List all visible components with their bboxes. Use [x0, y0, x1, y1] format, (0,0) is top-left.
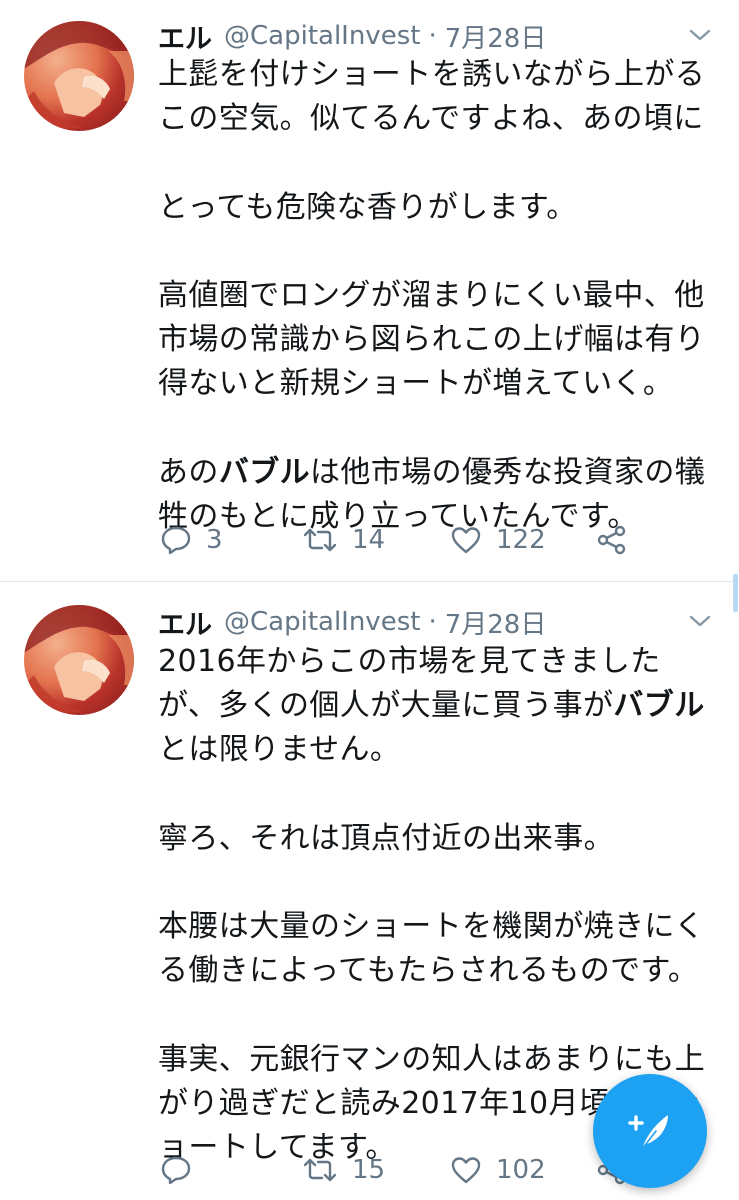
text-segment: あの: [158, 454, 219, 490]
tweet-text-line: とは限りません。: [158, 732, 401, 768]
tweet-date[interactable]: 7月28日: [445, 604, 547, 641]
tweet-text-line: 高値圏でロングが溜まりにくい最中、他: [158, 277, 705, 313]
tweet-text-blank: [158, 994, 718, 1038]
chevron-down-icon[interactable]: [688, 26, 712, 44]
retweet-icon: [303, 1158, 337, 1182]
reply-button[interactable]: [160, 1148, 206, 1192]
tweet-text-blank: [158, 773, 718, 817]
reply-icon: [161, 526, 191, 555]
tweet-text-line: 上髭を付けショートを誘いながら上がる: [158, 57, 706, 92]
tweet-date[interactable]: 7月28日: [445, 18, 547, 55]
share-button[interactable]: [596, 518, 628, 562]
tweet-text-blank: [158, 407, 718, 451]
display-name[interactable]: エル: [158, 603, 212, 642]
retweet-count: 15: [352, 1155, 386, 1185]
reply-button[interactable]: 3: [160, 518, 223, 562]
tweet-actions: 3 14 122: [160, 518, 660, 562]
like-button[interactable]: 122: [450, 518, 546, 562]
tweet-text-line: る働きによってもたらされるものです。: [158, 953, 699, 989]
separator-dot: ·: [428, 21, 437, 51]
retweet-icon: [303, 528, 337, 552]
bold-word: バブル: [613, 688, 705, 724]
user-handle[interactable]: @CapitalInvest: [224, 607, 420, 637]
tweet-text-line: 2016年からこの市場を見てきました: [158, 644, 661, 679]
avatar-illustration: [24, 21, 134, 131]
tweet-header: エル @CapitalInvest · 7月28日: [158, 16, 546, 56]
tweet-text-line: 寧ろ、それは頂点付近の出来事。: [158, 820, 614, 856]
tweet-actions: 15 102: [160, 1148, 660, 1192]
avatar-illustration: [24, 605, 134, 715]
display-name[interactable]: エル: [158, 17, 212, 56]
retweet-count: 14: [352, 525, 386, 555]
text-segment: は他市場の優秀な投資家の犠: [310, 454, 706, 490]
avatar[interactable]: [24, 21, 134, 131]
tweet-text-line: 市場の常識から図られこの上げ幅は有り: [158, 322, 706, 358]
like-count: 102: [496, 1155, 546, 1185]
compose-tweet-icon: [628, 1115, 668, 1150]
text-segment: が、多くの個人が大量に買う事が: [158, 688, 614, 724]
heart-icon: [451, 1157, 481, 1184]
tweet[interactable]: エル @CapitalInvest · 7月28日 上髭を付けショートを誘いなが…: [0, 0, 739, 582]
chevron-down-icon[interactable]: [688, 612, 712, 630]
reply-icon: [161, 1156, 191, 1185]
tweet-header: エル @CapitalInvest · 7月28日: [158, 602, 546, 642]
tweet-text-blank: [158, 141, 718, 185]
tweet-text-line: この空気。似てるんですよね、あの頃に: [158, 101, 704, 137]
like-button[interactable]: 102: [450, 1148, 546, 1192]
share-icon: [597, 525, 626, 555]
bold-word: バブル: [218, 454, 311, 490]
tweet-text: 上髭を付けショートを誘いながら上がる この空気。似てるんですよね、あの頃に とっ…: [158, 53, 718, 539]
retweet-button[interactable]: 14: [302, 518, 385, 562]
reply-count: 3: [206, 525, 223, 555]
tweet-text-blank: [158, 861, 718, 905]
like-count: 122: [496, 525, 546, 555]
tweet-text-line: 得ないと新規ショートが増えていく。: [158, 366, 674, 402]
tweet-text-line: とっても危険な香りがします。: [158, 189, 577, 225]
separator-dot: ·: [428, 607, 437, 637]
compose-tweet-button[interactable]: [593, 1074, 707, 1188]
avatar[interactable]: [24, 605, 134, 715]
retweet-button[interactable]: 15: [302, 1148, 385, 1192]
tweet-text-blank: [158, 230, 718, 274]
tweet-text-line: が、多くの個人が大量に買う事がバブル: [158, 684, 718, 728]
user-handle[interactable]: @CapitalInvest: [224, 21, 420, 51]
tweet-text-line: あのバブルは他市場の優秀な投資家の犠: [158, 451, 718, 495]
tweet-text-line: 本腰は大量のショートを機関が焼きにく: [158, 909, 705, 945]
heart-icon: [451, 527, 481, 554]
